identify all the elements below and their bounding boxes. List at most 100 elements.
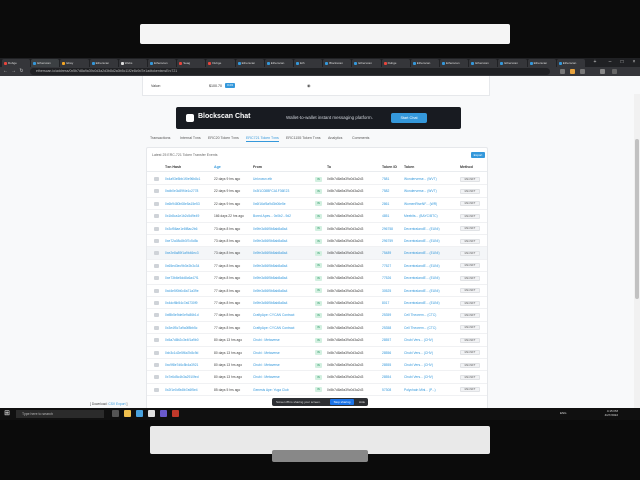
eye-icon[interactable]	[154, 177, 159, 181]
eye-icon[interactable]	[154, 251, 159, 256]
browser-tab[interactable]: Etherscan	[440, 59, 469, 67]
tab-comments[interactable]: Comments	[352, 136, 369, 140]
col-age[interactable]: Age	[214, 165, 221, 169]
from-address-link[interactable]: 0x9fe3c56f5b8ab8a8a4	[253, 251, 303, 255]
token-link[interactable]: DecentralandE... (EUNI)	[404, 276, 452, 280]
maximize-icon[interactable]: □	[616, 58, 628, 67]
browser-tab[interactable]: Etherscan	[148, 59, 177, 67]
from-address-link[interactable]: 0x9fe3c56f5b8ab8a8a4	[253, 289, 303, 293]
from-address-link[interactable]: CraftyApe: CYCAN Contract	[253, 326, 303, 330]
browser-tab[interactable]: Etherscan	[527, 59, 556, 67]
eye-icon[interactable]	[154, 301, 159, 305]
tab-internal-txns[interactable]: Internal Txns	[180, 136, 201, 140]
txn-hash-link[interactable]: 0x5a7d8b2c3e4f1a9b0	[165, 338, 209, 342]
token-id-link[interactable]: 77527	[382, 264, 398, 268]
token-link[interactable]: Polychain Mini... (P...)	[404, 388, 452, 392]
txn-hash-link[interactable]: 0x4dcf6b54c7a6730f9	[165, 301, 209, 305]
browser-tab[interactable]: Blockscan	[323, 59, 352, 67]
token-link[interactable]: Wonderverse... (WVT)	[404, 177, 452, 181]
tray-language[interactable]: ENG	[560, 411, 567, 415]
eye-icon[interactable]	[154, 214, 159, 219]
txn-hash-link[interactable]: 0xc9f8e7d6c5b4a3921	[165, 363, 209, 367]
export-button[interactable]: Export	[471, 152, 485, 158]
eye-icon[interactable]	[154, 189, 159, 194]
from-address-link[interactable]: Unknown.eth	[253, 177, 303, 181]
token-id-link[interactable]: 7582	[382, 189, 398, 193]
tab-erc20-token-txns[interactable]: ERC20 Token Txns	[208, 136, 239, 140]
from-address-link[interactable]: Genesis Ape: Yuga Club	[253, 388, 303, 392]
tab-erc1155-token-txns[interactable]: ERC1155 Token Txns	[286, 136, 321, 140]
page-scrollbar[interactable]	[634, 94, 640, 414]
txn-hash-link[interactable]: 0x7e6d5c4b3a2910fed	[165, 375, 209, 379]
token-link[interactable]: Chubi Vers... (CHV)	[404, 338, 452, 342]
browser-tab[interactable]: Dubge	[206, 59, 235, 67]
token-id-link[interactable]: 25358	[382, 326, 398, 330]
token-link[interactable]: Meebits... (BAYC/BTC)	[404, 214, 452, 218]
browser-tab[interactable]: Etherscan	[31, 59, 60, 67]
token-id-link[interactable]: 296759	[382, 239, 398, 243]
eye-icon[interactable]	[154, 338, 159, 343]
browser-tab[interactable]: Etherscan	[89, 59, 118, 67]
browser-tab[interactable]: Dubge	[381, 59, 410, 67]
clock[interactable]: 4:15 PM 4/27/2022	[588, 409, 618, 417]
tab-erc721-token-txns[interactable]: ERC721 Token Txns	[246, 136, 279, 142]
txn-hash-link[interactable]: 0x3e4f5c7a9a0f8bb5c	[165, 326, 209, 330]
txn-hash-link[interactable]: 0x3cf56ae1e8f8ac2b6	[165, 227, 209, 231]
forward-icon[interactable]: →	[10, 68, 17, 75]
close-icon[interactable]: ×	[628, 58, 640, 67]
eye-icon[interactable]	[154, 363, 159, 367]
txn-hash-link[interactable]: 0xd4e5f0b0c8a71a39e	[165, 289, 209, 293]
token-link[interactable]: DecentralandE... (EUNI)	[404, 264, 452, 268]
browser-tab[interactable]: Dubge	[2, 59, 31, 67]
from-address-link[interactable]: 0x9fe3c56f5b8ab8a8a4	[253, 301, 303, 305]
eye-icon[interactable]: ◉	[307, 83, 311, 88]
extension-icon[interactable]	[580, 69, 585, 74]
eye-icon[interactable]	[154, 201, 159, 206]
from-address-link[interactable]: 0x3f1C08BFCA1F36E23	[253, 189, 303, 193]
eye-icon[interactable]	[154, 375, 159, 380]
token-link[interactable]: DecentralandE... (EUNI)	[404, 251, 452, 255]
token-link[interactable]: Chubi Vers... (CHV)	[404, 375, 452, 379]
browser-tab[interactable]: Etherscan	[556, 59, 585, 67]
token-id-link[interactable]: 28555	[382, 363, 398, 367]
from-address-link[interactable]: CraftyApe: CYCAN Contract	[253, 313, 303, 317]
minimize-icon[interactable]: –	[604, 58, 616, 67]
browser-tab[interactable]: Ebay	[60, 59, 89, 67]
hide-button[interactable]: Hide	[358, 399, 366, 405]
extension-icon[interactable]	[560, 69, 565, 74]
txn-hash-link[interactable]: 0xf8b5e9de0e9c86b1d	[165, 313, 209, 317]
token-link[interactable]: WomenRiseNF... (WR)	[404, 202, 452, 206]
txn-hash-link[interactable]: 0xe2e8a89f1a9b46ec3	[165, 251, 209, 255]
from-address-link[interactable]: Chubi : Metaverse	[253, 363, 303, 367]
browser-tab[interactable]: Etherscan	[235, 59, 264, 67]
from-address-link[interactable]: Bored Apes... 0x0b2...9d2	[253, 214, 303, 218]
token-id-link[interactable]: 77526	[382, 276, 398, 280]
txn-hash-link[interactable]: 0xe72a08c8b3f7c5d5c	[165, 239, 209, 243]
txn-hash-link[interactable]: 0x65ed3ec9b3e2b3c34	[165, 264, 209, 268]
txn-hash-link[interactable]: 0x4a93e5bb1f0e96b8c1	[165, 177, 209, 181]
windows-start-icon[interactable]: ⊞	[3, 410, 11, 418]
eye-icon[interactable]	[154, 325, 159, 330]
token-link[interactable]: Chubi Vers... (CHV)	[404, 351, 452, 355]
scrollbar-thumb[interactable]	[635, 139, 639, 299]
token-id-link[interactable]: 296758	[382, 227, 398, 231]
url-input[interactable]: etherscan.io/address/0x5b7d8a9a39c0d3a2d…	[30, 68, 550, 75]
token-id-link[interactable]: 28557	[382, 338, 398, 342]
browser-tab[interactable]: Etherscan	[264, 59, 293, 67]
token-link[interactable]: Chubi Vers... (CHV)	[404, 363, 452, 367]
token-id-link[interactable]: 7581	[382, 177, 398, 181]
blockscan-chat-banner[interactable]: Blockscan Chat Wallet-to-wallet instant …	[176, 107, 461, 129]
eye-icon[interactable]	[154, 239, 159, 243]
metamask-icon[interactable]	[570, 69, 575, 74]
eye-icon[interactable]	[154, 350, 159, 355]
new-tab-button[interactable]: +	[592, 59, 598, 66]
from-address-link[interactable]: Chubi : Metaverse	[253, 351, 303, 355]
taskbar-search-input[interactable]: Type here to search	[16, 410, 104, 418]
txn-hash-link[interactable]: 0x1b8ca1e1b2c5d9e49	[165, 214, 209, 218]
txn-hash-link[interactable]: 0xdb0e3c89f4e1c2778	[165, 189, 209, 193]
eye-icon[interactable]	[154, 226, 159, 231]
back-icon[interactable]: ←	[2, 68, 9, 75]
start-chat-button[interactable]: Start Chat	[391, 113, 427, 123]
browser-tab[interactable]: Etherscan	[410, 59, 439, 67]
token-link[interactable]: DecentralandE... (EUNI)	[404, 289, 452, 293]
